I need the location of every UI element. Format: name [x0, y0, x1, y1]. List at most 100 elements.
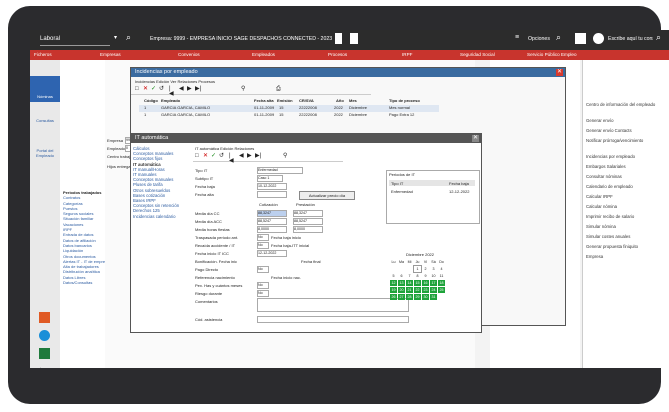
- prev-icon[interactable]: ◀: [179, 86, 184, 92]
- accion-link[interactable]: Generar envío: [586, 116, 668, 126]
- calendar-day[interactable]: 5: [390, 273, 397, 279]
- calendar-day[interactable]: 25: [438, 287, 445, 293]
- calendar-day[interactable]: 23: [422, 287, 429, 293]
- column-header[interactable]: Código: [144, 98, 158, 103]
- accion-link[interactable]: Embargos Salariales: [586, 162, 668, 172]
- chevron-down-icon[interactable]: ▾: [114, 34, 117, 41]
- first-icon[interactable]: |◀: [169, 86, 174, 97]
- column-header[interactable]: Año: [336, 98, 344, 103]
- close-icon[interactable]: ✕: [556, 69, 563, 76]
- office-icon[interactable]: [39, 312, 50, 323]
- calendar-day[interactable]: 16: [422, 280, 429, 286]
- calendar-day[interactable]: 28: [406, 294, 413, 300]
- close-icon[interactable]: ✕: [472, 135, 479, 142]
- column-header[interactable]: Empleado: [161, 98, 180, 103]
- next-icon[interactable]: ▶: [247, 153, 252, 159]
- delete-icon[interactable]: ✕: [203, 153, 208, 159]
- menu-procesos[interactable]: Procesos: [328, 52, 347, 57]
- skype-icon[interactable]: [39, 330, 50, 341]
- accion-link[interactable]: Empresa: [586, 252, 668, 262]
- calendar-day[interactable]: 11: [438, 273, 445, 279]
- column-header[interactable]: Fecha alta: [254, 98, 274, 103]
- pex-field[interactable]: No: [257, 282, 269, 289]
- column-header[interactable]: Tipo IT: [391, 181, 403, 186]
- column-header[interactable]: CR/SVA: [299, 98, 314, 103]
- incidencias-menu[interactable]: Incidencias Edición Ver Relaciones Proce…: [135, 79, 215, 84]
- last-icon[interactable]: ▶|: [195, 86, 201, 92]
- calendar-day[interactable]: 29: [414, 294, 421, 300]
- calendar-day[interactable]: 2: [422, 266, 429, 272]
- menu-irpf[interactable]: IRPF: [402, 52, 412, 57]
- subtipo-it-field[interactable]: Caso 1: [257, 175, 283, 182]
- calendar-day[interactable]: 20: [398, 287, 405, 293]
- riesgo-field[interactable]: No: [257, 290, 269, 297]
- accion-link[interactable]: Notificar prórroga/vencimiento: [586, 136, 668, 146]
- calendar-day[interactable]: 8: [414, 273, 421, 279]
- play-icon[interactable]: ▶: [40, 366, 48, 368]
- calendar-day[interactable]: 4: [438, 266, 445, 272]
- menu-convenios[interactable]: Convenios: [178, 52, 200, 57]
- horas-field[interactable]: 8,0000: [257, 226, 287, 233]
- filter-icon[interactable]: ⚲: [283, 153, 288, 159]
- it-menu[interactable]: IT automática Edición Relaciones: [195, 146, 254, 151]
- document-icon[interactable]: [350, 33, 358, 44]
- nav-item[interactable]: Datos/Consultas: [63, 280, 109, 285]
- fecha-inicio-it-field[interactable]: 12-12-2022: [257, 250, 287, 257]
- calendar-day[interactable]: 27: [398, 294, 405, 300]
- calendar-day[interactable]: 14: [406, 280, 413, 286]
- check-icon[interactable]: ✓: [211, 153, 216, 159]
- calendar-day[interactable]: 18: [438, 280, 445, 286]
- accion-link[interactable]: Calendario de empleado: [586, 182, 668, 192]
- calendar-day[interactable]: 6: [398, 273, 405, 279]
- calendar-day[interactable]: 13: [398, 280, 405, 286]
- menu-seguridad-social[interactable]: Seguridad Social: [460, 52, 495, 57]
- calendar-day[interactable]: 1: [413, 265, 422, 273]
- accion-link[interactable]: Incidencias por empleado: [586, 152, 668, 162]
- accion-link[interactable]: Generar propuesta finiquito: [586, 242, 668, 252]
- traspasada-field[interactable]: No: [257, 234, 269, 241]
- search-query[interactable]: Escribe aquí tu consu: [608, 36, 653, 42]
- new-icon[interactable]: □: [135, 86, 140, 92]
- calendar-day[interactable]: 10: [430, 273, 437, 279]
- pago-directo-field[interactable]: No: [257, 266, 269, 273]
- calendar-day[interactable]: 24: [430, 287, 437, 293]
- horas2-field[interactable]: 8,0000: [293, 226, 323, 233]
- calendar-day[interactable]: 15: [414, 280, 421, 286]
- accion-link[interactable]: Centro de información del empleado: [586, 100, 668, 110]
- menu-ficheros[interactable]: Ficheros: [34, 52, 52, 57]
- calendar-day[interactable]: 3: [430, 266, 437, 272]
- cot-cc-field[interactable]: 88,3247: [257, 210, 287, 217]
- prev-icon[interactable]: ◀: [239, 153, 244, 159]
- cot-acc-field[interactable]: 88,5247: [257, 218, 287, 225]
- calendar-day[interactable]: 19: [390, 287, 397, 293]
- table-row[interactable]: Enfermedad 12-12-2022: [389, 188, 475, 194]
- menu-empleados[interactable]: Empleados: [252, 52, 275, 57]
- actualizar-button[interactable]: Actualizar precio día: [299, 191, 355, 200]
- calendar-day[interactable]: 30: [422, 294, 429, 300]
- cod-asistencia-field[interactable]: [257, 316, 409, 323]
- menu-empresas[interactable]: Empresas: [100, 52, 121, 57]
- building-icon[interactable]: [335, 33, 342, 44]
- calendar-day[interactable]: 7: [406, 273, 413, 279]
- column-header[interactable]: Fecha baja: [449, 181, 469, 186]
- portal-label[interactable]: Portal del Empleado: [34, 148, 56, 158]
- consultas-label[interactable]: Consultas: [34, 118, 56, 123]
- nominas-label[interactable]: Nóminas: [34, 94, 56, 99]
- last-icon[interactable]: ▶|: [255, 153, 261, 159]
- calendar-day[interactable]: 22: [414, 287, 421, 293]
- help-icon[interactable]: [593, 33, 604, 44]
- mail-icon[interactable]: [575, 33, 586, 44]
- filter-icon[interactable]: ⚲: [241, 86, 246, 92]
- search-icon[interactable]: ⌕: [126, 32, 131, 43]
- search-icon-right[interactable]: ⌕: [556, 32, 561, 43]
- accion-link[interactable]: Generar envío Contacts: [586, 126, 668, 136]
- undo-icon[interactable]: ↺: [159, 86, 164, 92]
- calendar-day[interactable]: 21: [406, 287, 413, 293]
- table-row[interactable]: 1 GARCIA GARCIA, CAMILO 01-11-2009 15 22…: [139, 112, 439, 119]
- print-icon[interactable]: ⎙: [276, 86, 281, 92]
- delete-icon[interactable]: ✕: [143, 86, 148, 92]
- column-header[interactable]: Emisión: [277, 98, 293, 103]
- accion-link[interactable]: Calcular IRPF: [586, 192, 668, 202]
- column-header[interactable]: Tipo de proceso: [389, 98, 420, 103]
- column-header[interactable]: Mes: [349, 98, 357, 103]
